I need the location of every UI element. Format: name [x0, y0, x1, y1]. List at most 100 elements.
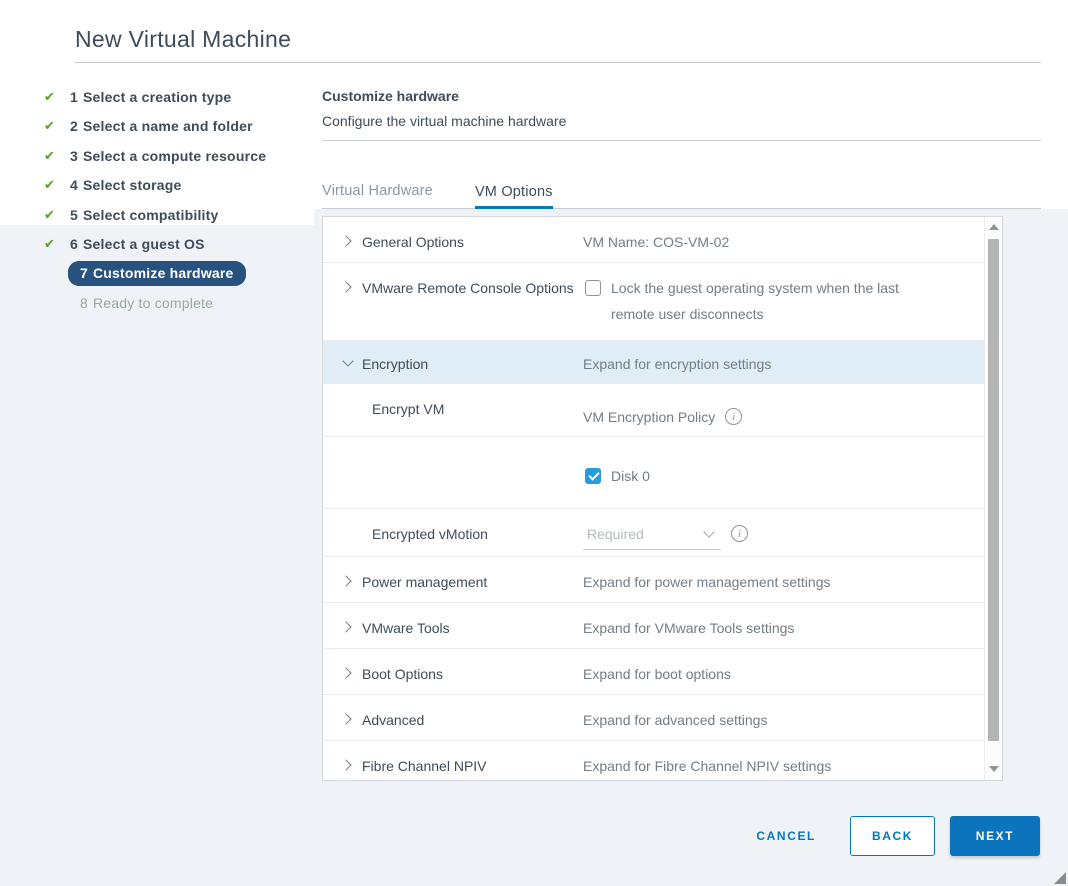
wizard-footer: CANCEL BACK NEXT	[748, 816, 1040, 856]
scrollbar[interactable]	[984, 217, 1002, 780]
row-label: Encrypt VM	[372, 401, 445, 417]
back-button[interactable]: BACK	[850, 816, 935, 856]
row-label: Boot Options	[362, 666, 443, 682]
step-1[interactable]: ✔ 1 Select a creation type	[44, 82, 316, 112]
step-label: 7 Customize hardware	[68, 261, 246, 287]
row-value-cell: VM Encryption Policy i	[583, 396, 985, 436]
next-button[interactable]: NEXT	[950, 816, 1040, 856]
checkmark-icon: ✔	[44, 236, 56, 252]
step-list: ✔ 1 Select a creation type ✔ 2 Select a name …	[44, 82, 316, 318]
step-text: Select a creation type	[83, 88, 232, 105]
scroll-up-icon[interactable]	[989, 224, 999, 230]
row-disk-0[interactable]: Disk 0	[323, 437, 985, 509]
row-label-cell: Fibre Channel NPIV	[323, 753, 583, 780]
title-divider	[75, 62, 1041, 63]
row-label-cell: Encrypted vMotion	[323, 521, 583, 556]
wizard-title: New Virtual Machine	[75, 26, 292, 52]
row-vmware-tools[interactable]: VMware Tools Expand for VMware Tools sett…	[323, 603, 985, 649]
tab-bar: Virtual Hardware VM Options	[322, 170, 1041, 209]
chevron-right-icon[interactable]	[340, 575, 352, 587]
select-dropdown[interactable]: Required	[583, 521, 721, 550]
row-label-cell	[323, 463, 583, 508]
scroll-down-icon[interactable]	[989, 766, 999, 772]
row-label: VMware Remote Console Options	[362, 280, 574, 296]
checkmark-icon: ✔	[44, 206, 56, 222]
chevron-right-icon[interactable]	[340, 667, 352, 679]
row-vmrc-options[interactable]: VMware Remote Console Options Lock the gu…	[323, 263, 985, 341]
step-text: Select compatibility	[83, 206, 219, 223]
chevron-down-icon[interactable]	[342, 355, 354, 367]
step-label: 6 Select a guest OS	[70, 236, 205, 252]
row-label-cell: General Options	[323, 229, 583, 262]
checkbox[interactable]	[585, 468, 601, 484]
step-2[interactable]: ✔ 2 Select a name and folder	[44, 112, 316, 142]
vm-options-table: General Options VM Name: COS-VM-02 VMware …	[322, 216, 1003, 781]
row-label-cell: Power management	[323, 569, 583, 602]
chevron-right-icon[interactable]	[340, 235, 352, 247]
row-boot-options[interactable]: Boot Options Expand for boot options	[323, 649, 985, 695]
step-number: 8	[80, 295, 88, 312]
step-text: Ready to complete	[93, 295, 214, 312]
row-label-cell: Encryption	[323, 351, 583, 383]
chevron-right-icon[interactable]	[340, 281, 352, 293]
step-label: 1 Select a creation type	[70, 89, 231, 105]
step-text: Customize hardware	[93, 265, 234, 282]
info-icon[interactable]: i	[731, 525, 748, 542]
step-3[interactable]: ✔ 3 Select a compute resource	[44, 141, 316, 171]
step-8: 8 Ready to complete	[44, 289, 316, 319]
row-value-cell: Expand for VMware Tools settings	[583, 615, 985, 648]
step-label: 5 Select compatibility	[70, 207, 218, 223]
pane-divider	[322, 140, 1041, 141]
row-value-cell: Expand for Fibre Channel NPIV settings	[583, 753, 985, 780]
row-label: Fibre Channel NPIV	[362, 758, 487, 774]
checkbox[interactable]	[585, 280, 601, 296]
step-6[interactable]: ✔ 6 Select a guest OS	[44, 230, 316, 260]
row-value-cell: Expand for encryption settings	[583, 351, 985, 383]
select-value: Required	[587, 526, 644, 542]
step-text: Select a compute resource	[83, 147, 267, 164]
step-label: 2 Select a name and folder	[70, 118, 253, 134]
tab-virtual-hardware[interactable]: Virtual Hardware	[322, 183, 433, 208]
info-icon[interactable]: i	[725, 408, 743, 425]
tab-vm-options[interactable]: VM Options	[474, 184, 553, 209]
chevron-right-icon[interactable]	[340, 759, 352, 771]
row-label: General Options	[362, 234, 464, 250]
checkmark-icon: ✔	[44, 147, 56, 163]
row-encrypt-vm[interactable]: Encrypt VM VM Encryption Policy i	[323, 384, 985, 437]
row-label: VMware Tools	[362, 620, 450, 636]
pane-title: Customize hardware	[322, 88, 459, 104]
row-value: VM Name: COS-VM-02	[583, 234, 730, 250]
row-encryption[interactable]: Encryption Expand for encryption settings	[323, 341, 985, 384]
row-general-options[interactable]: General Options VM Name: COS-VM-02	[323, 217, 985, 263]
step-4[interactable]: ✔ 4 Select storage	[44, 171, 316, 201]
row-value-cell: Required i	[583, 521, 985, 556]
row-value: Expand for power management settings	[583, 574, 831, 590]
row-value: Expand for Fibre Channel NPIV settings	[583, 758, 832, 774]
row-label: Power management	[362, 574, 488, 590]
step-5[interactable]: ✔ 5 Select compatibility	[44, 200, 316, 230]
row-value-cell: Expand for power management settings	[583, 569, 985, 602]
row-value: Expand for boot options	[583, 666, 731, 682]
chevron-right-icon[interactable]	[340, 621, 352, 633]
step-7[interactable]: 7 Customize hardware	[44, 259, 316, 289]
row-advanced[interactable]: Advanced Expand for advanced settings	[323, 695, 985, 741]
cancel-button[interactable]: CANCEL	[748, 819, 824, 853]
new-virtual-machine-wizard: New Virtual Machine ✔ 1 Select a creation …	[0, 0, 1068, 886]
resize-handle-icon[interactable]	[1054, 872, 1066, 884]
row-label-cell: VMware Tools	[323, 615, 583, 648]
vm-options-rows: General Options VM Name: COS-VM-02 VMware …	[323, 217, 985, 780]
step-number: 6	[70, 236, 78, 253]
scrollbar-thumb[interactable]	[988, 239, 999, 741]
row-power-management[interactable]: Power management Expand for power managem…	[323, 557, 985, 603]
step-label: 3 Select a compute resource	[70, 148, 266, 164]
row-encrypted-vmotion[interactable]: Encrypted vMotion Required i	[323, 509, 985, 557]
step-number: 5	[70, 206, 78, 223]
checkmark-icon: ✔	[44, 177, 56, 193]
chevron-right-icon[interactable]	[340, 713, 352, 725]
row-label: Advanced	[362, 712, 425, 728]
checkbox-label: Disk 0	[611, 468, 650, 484]
step-number: 3	[70, 147, 78, 164]
step-number: 7	[80, 265, 88, 282]
row-fibre-channel-npiv[interactable]: Fibre Channel NPIV Expand for Fibre Chann…	[323, 741, 985, 780]
row-value-cell: VM Name: COS-VM-02	[583, 229, 985, 262]
